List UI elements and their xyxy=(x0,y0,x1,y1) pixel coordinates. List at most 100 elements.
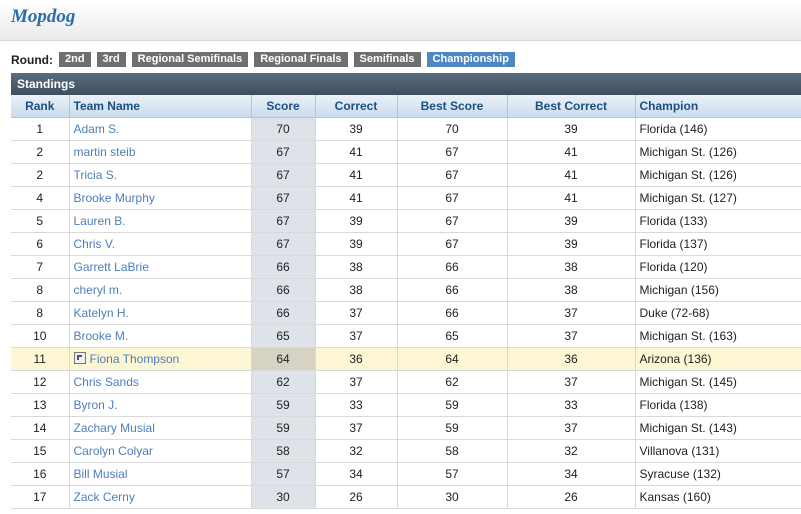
best-correct-cell: 34 xyxy=(507,462,636,486)
round-tab-regional-semifinals[interactable]: Regional Semifinals xyxy=(131,52,249,67)
score-cell: 58 xyxy=(251,439,316,463)
rank-cell: 17 xyxy=(11,485,70,509)
rank-cell: 2 xyxy=(11,140,70,164)
column-header-best-correct[interactable]: Best Correct xyxy=(507,95,636,118)
best-correct-cell: 37 xyxy=(507,370,636,394)
team-name-link[interactable]: Tricia S. xyxy=(74,168,118,182)
correct-cell: 33 xyxy=(315,393,398,417)
best-correct-cell: 39 xyxy=(507,232,636,256)
score-cell: 57 xyxy=(251,462,316,486)
round-tab-championship[interactable]: Championship xyxy=(426,52,515,67)
score-cell: 67 xyxy=(251,209,316,233)
team-name-cell: martin steib xyxy=(69,140,252,164)
table-row: 14 Zachary Musial 59 37 59 37 Michigan St. (14… xyxy=(11,416,801,440)
score-cell: 66 xyxy=(251,255,316,279)
champion-cell: Michigan St. (126) xyxy=(635,163,801,187)
score-cell: 67 xyxy=(251,186,316,210)
champion-cell: Florida (137) xyxy=(635,232,801,256)
standings-table: Rank Team Name Score Correct Best Score … xyxy=(11,95,801,509)
team-name-cell: Fiona Thompson xyxy=(69,347,252,371)
table-row: 16 Bill Musial 57 34 57 34 Syracuse (132) xyxy=(11,462,801,486)
champion-cell: Michigan St. (143) xyxy=(635,416,801,440)
table-row: 8 Katelyn H. 66 37 66 37 Duke (72-68) xyxy=(11,301,801,325)
team-name-link[interactable]: Fiona Thompson xyxy=(90,352,180,366)
best-correct-cell: 41 xyxy=(507,140,636,164)
column-header-rank[interactable]: Rank xyxy=(11,95,70,118)
site-title[interactable]: Mopdog xyxy=(11,6,75,28)
team-name-cell: Lauren B. xyxy=(69,209,252,233)
team-name-link[interactable]: Katelyn H. xyxy=(74,306,129,320)
correct-cell: 37 xyxy=(315,370,398,394)
team-name-cell: Zack Cerny xyxy=(69,485,252,509)
table-row: 15 Carolyn Colyar 58 32 58 32 Villanova (131) xyxy=(11,439,801,463)
best-score-cell: 66 xyxy=(397,278,508,302)
table-row: 12 Chris Sands 62 37 62 37 Michigan St. (145) xyxy=(11,370,801,394)
round-tab-2nd[interactable]: 2nd xyxy=(58,52,91,67)
team-name-link[interactable]: Adam S. xyxy=(74,122,120,136)
round-tab-regional-finals[interactable]: Regional Finals xyxy=(254,52,348,67)
team-name-link[interactable]: Brooke M. xyxy=(74,329,129,343)
score-cell: 65 xyxy=(251,324,316,348)
table-row: 6 Chris V. 67 39 67 39 Florida (137) xyxy=(11,232,801,256)
team-name-cell: Katelyn H. xyxy=(69,301,252,325)
rank-cell: 16 xyxy=(11,462,70,486)
team-name-link[interactable]: Carolyn Colyar xyxy=(74,444,153,458)
column-header-score[interactable]: Score xyxy=(251,95,316,118)
team-name-link[interactable]: Zachary Musial xyxy=(74,421,155,435)
table-row: 8 cheryl m. 66 38 66 38 Michigan (156) xyxy=(11,278,801,302)
table-row: 5 Lauren B. 67 39 67 39 Florida (133) xyxy=(11,209,801,233)
team-name-link[interactable]: Byron J. xyxy=(74,398,118,412)
best-score-cell: 62 xyxy=(397,370,508,394)
round-selector: Round: 2nd 3rd Regional Semifinals Regio… xyxy=(11,51,521,68)
column-header-best-score[interactable]: Best Score xyxy=(397,95,508,118)
team-name-cell: Chris Sands xyxy=(69,370,252,394)
correct-cell: 41 xyxy=(315,163,398,187)
standings-rows: 1 Adam S. 70 39 70 39 Florida (146) 2 martin ste… xyxy=(11,117,801,509)
round-tab-semifinals[interactable]: Semifinals xyxy=(353,52,421,67)
team-name-cell: Zachary Musial xyxy=(69,416,252,440)
score-cell: 67 xyxy=(251,232,316,256)
team-name-link[interactable]: martin steib xyxy=(74,145,136,159)
table-row: 17 Zack Cerny 30 26 30 26 Kansas (160) xyxy=(11,485,801,509)
table-row: 11 Fiona Thompson 64 36 64 36 Arizona (136) xyxy=(11,347,801,371)
champion-cell: Syracuse (132) xyxy=(635,462,801,486)
team-badge-icon xyxy=(73,352,86,364)
best-score-cell: 59 xyxy=(397,416,508,440)
team-name-link[interactable]: Lauren B. xyxy=(74,214,126,228)
round-label: Round: xyxy=(11,52,53,67)
round-tab-3rd[interactable]: 3rd xyxy=(96,52,126,67)
correct-cell: 39 xyxy=(315,232,398,256)
team-name-link[interactable]: Zack Cerny xyxy=(74,490,135,504)
table-row: 2 Tricia S. 67 41 67 41 Michigan St. (126) xyxy=(11,163,801,187)
team-name-cell: Tricia S. xyxy=(69,163,252,187)
champion-cell: Florida (138) xyxy=(635,393,801,417)
standings-panel: Standings Rank Team Name Score Correct B… xyxy=(11,73,801,509)
best-correct-cell: 32 xyxy=(507,439,636,463)
table-row: 13 Byron J. 59 33 59 33 Florida (138) xyxy=(11,393,801,417)
best-correct-cell: 37 xyxy=(507,416,636,440)
champion-cell: Michigan St. (127) xyxy=(635,186,801,210)
table-header-row: Rank Team Name Score Correct Best Score … xyxy=(11,95,801,118)
best-correct-cell: 36 xyxy=(507,347,636,371)
team-name-link[interactable]: Bill Musial xyxy=(74,467,128,481)
champion-cell: Michigan St. (126) xyxy=(635,140,801,164)
table-row: 7 Garrett LaBrie 66 38 66 38 Florida (120) xyxy=(11,255,801,279)
team-name-link[interactable]: Chris V. xyxy=(74,237,116,251)
team-name-link[interactable]: Garrett LaBrie xyxy=(74,260,149,274)
score-cell: 67 xyxy=(251,163,316,187)
team-name-cell: Brooke M. xyxy=(69,324,252,348)
best-score-cell: 70 xyxy=(397,117,508,141)
score-cell: 70 xyxy=(251,117,316,141)
team-name-link[interactable]: Brooke Murphy xyxy=(74,191,155,205)
correct-cell: 39 xyxy=(315,209,398,233)
rank-cell: 12 xyxy=(11,370,70,394)
team-name-cell: Carolyn Colyar xyxy=(69,439,252,463)
team-name-cell: Byron J. xyxy=(69,393,252,417)
column-header-correct[interactable]: Correct xyxy=(315,95,398,118)
team-name-link[interactable]: cheryl m. xyxy=(74,283,123,297)
column-header-champion[interactable]: Champion xyxy=(635,95,801,118)
column-header-team-name[interactable]: Team Name xyxy=(69,95,252,118)
score-cell: 66 xyxy=(251,278,316,302)
team-name-link[interactable]: Chris Sands xyxy=(74,375,139,389)
best-correct-cell: 33 xyxy=(507,393,636,417)
